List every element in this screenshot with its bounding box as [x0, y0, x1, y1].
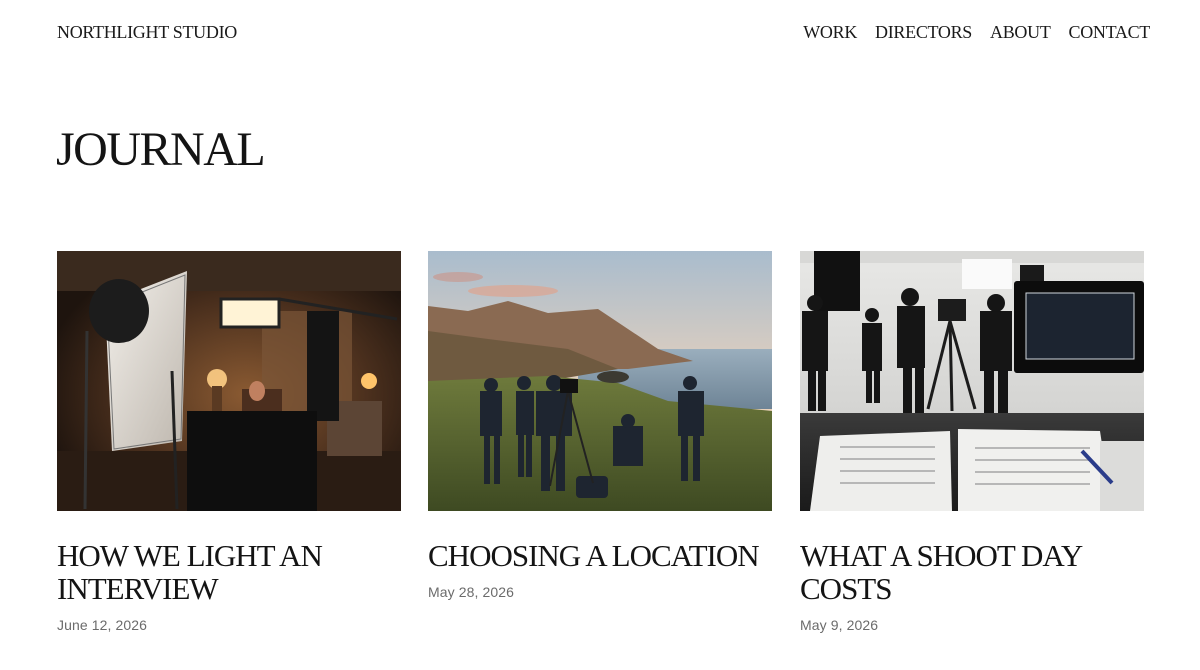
journal-grid: HOW WE LIGHT AN INTERVIEW June 12, 2026 [57, 251, 1144, 651]
nav-link-work[interactable]: WORK [803, 22, 857, 43]
site-logo[interactable]: NORTHLIGHT STUDIO [57, 22, 237, 43]
journal-card[interactable]: HOW WE LIGHT AN INTERVIEW June 12, 2026 [57, 251, 401, 633]
post-date: May 28, 2026 [428, 584, 515, 600]
page-title: JOURNAL [56, 123, 266, 176]
studio-shoot-day-photo [800, 251, 1144, 511]
journal-card[interactable]: WHAT A SHOOT DAY COSTS May 9, 2026 [800, 251, 1144, 633]
site-header: NORTHLIGHT STUDIO WORK DIRECTORS ABOUT C… [0, 0, 1200, 66]
post-thumbnail[interactable] [800, 251, 1144, 511]
main-nav: WORK DIRECTORS ABOUT CONTACT [803, 22, 1150, 43]
journal-card[interactable]: CHOOSING A LOCATION May 28, 2026 [428, 251, 772, 600]
nav-link-directors[interactable]: DIRECTORS [875, 22, 972, 43]
nav-link-contact[interactable]: CONTACT [1069, 22, 1151, 43]
post-thumbnail[interactable] [428, 251, 772, 511]
post-date: May 9, 2026 [800, 617, 879, 633]
nav-link-about[interactable]: ABOUT [990, 22, 1051, 43]
interview-lighting-photo [57, 251, 401, 511]
coastal-location-photo [428, 251, 772, 511]
post-thumbnail[interactable] [57, 251, 401, 511]
post-title[interactable]: CHOOSING A LOCATION [428, 539, 772, 572]
post-date: June 12, 2026 [57, 617, 148, 633]
post-title[interactable]: HOW WE LIGHT AN INTERVIEW [57, 539, 401, 605]
post-title[interactable]: WHAT A SHOOT DAY COSTS [800, 539, 1144, 605]
